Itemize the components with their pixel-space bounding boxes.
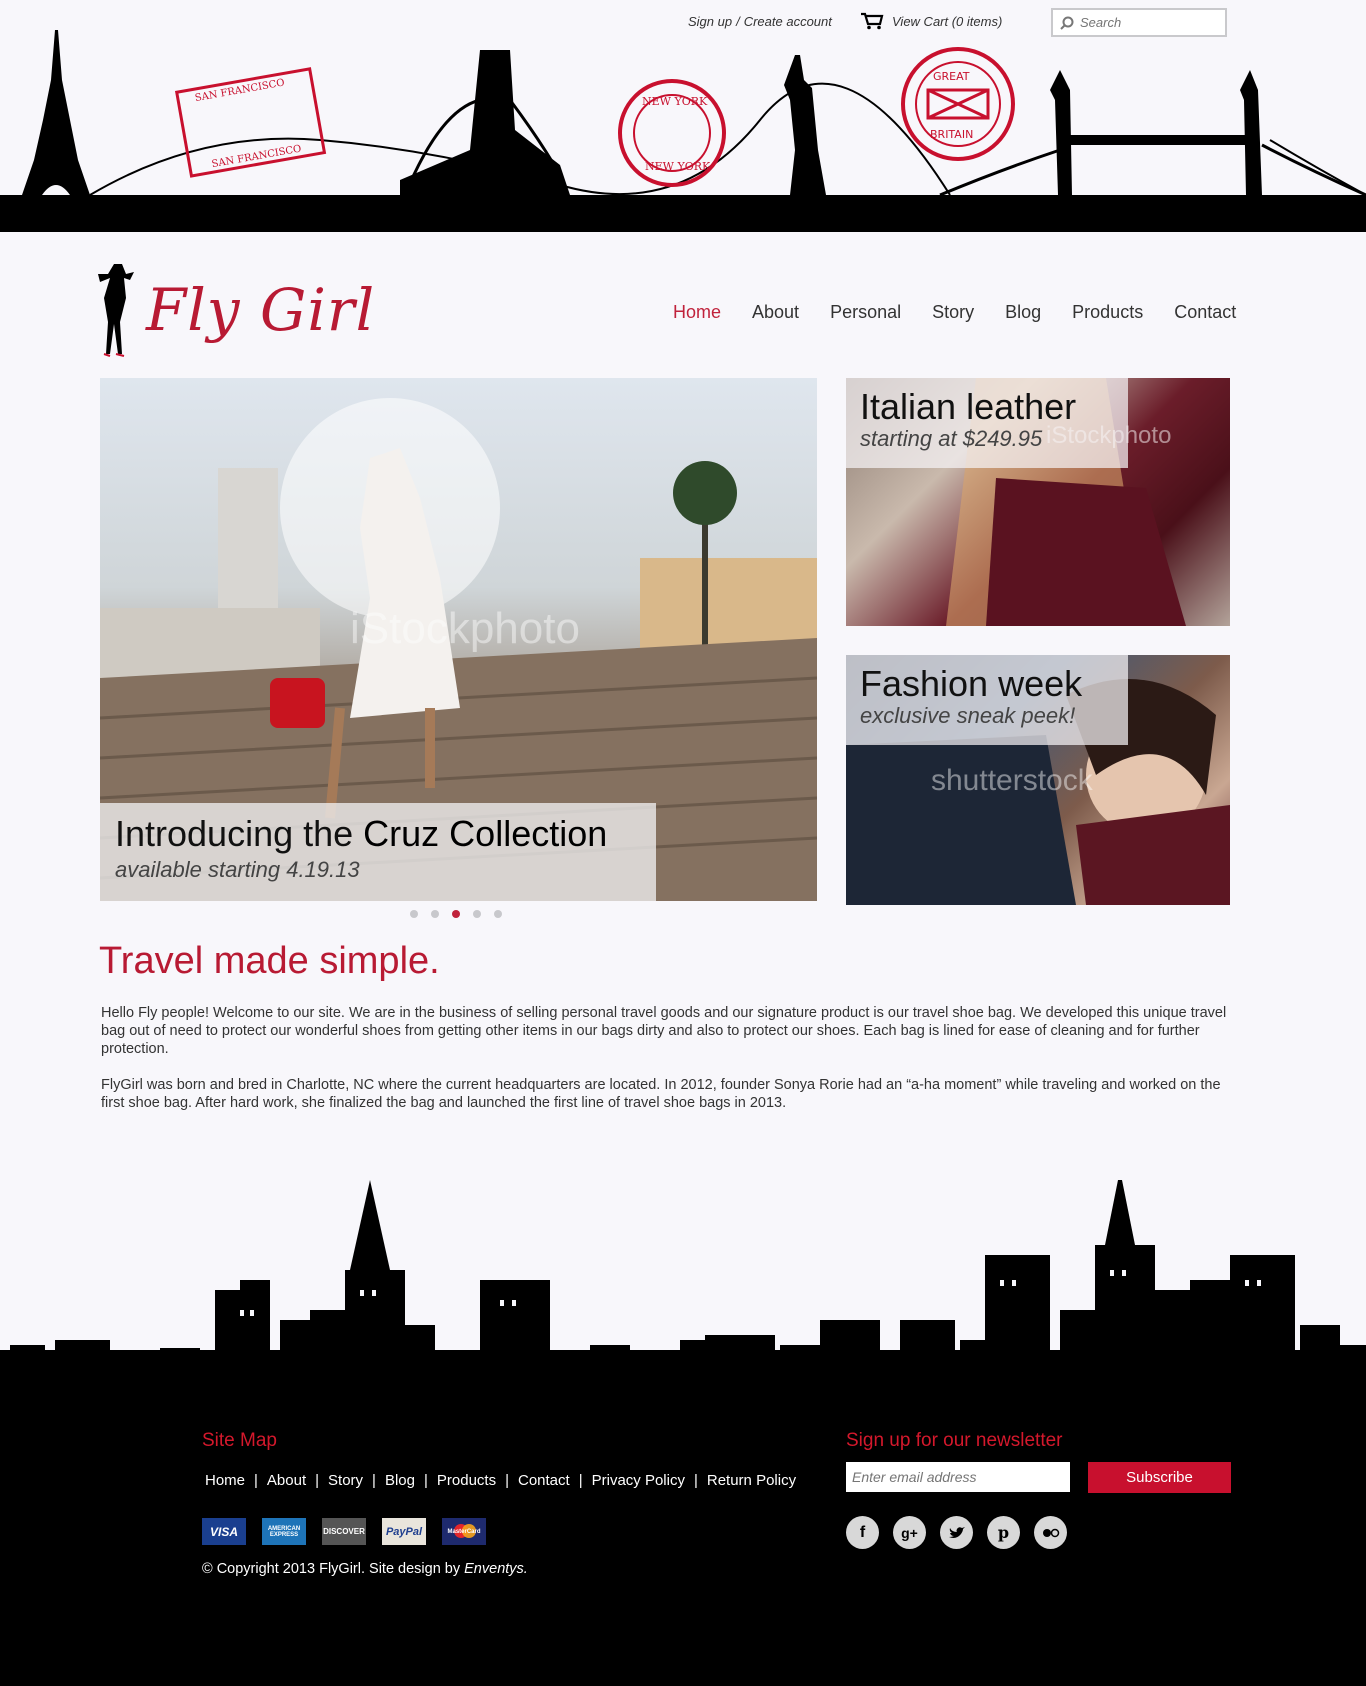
footer-link-story[interactable]: Story	[328, 1472, 363, 1489]
footer-link-return-policy[interactable]: Return Policy	[707, 1472, 796, 1489]
cart-label: View Cart (0 items)	[892, 13, 1003, 29]
separator: |	[254, 1472, 258, 1489]
promo-italian-leather[interactable]: iStockphoto Italian leather starting at …	[846, 378, 1230, 626]
slider-dots	[410, 910, 502, 918]
separator: |	[578, 1472, 583, 1489]
hero-title-emphasis: Cruz Collection	[363, 813, 608, 854]
designer-link[interactable]: Enventys.	[464, 1561, 528, 1577]
google-plus-icon[interactable]: g+	[893, 1516, 926, 1549]
mastercard-card-icon: MasterCard	[442, 1518, 486, 1545]
promo-fashion-week[interactable]: shutterstock Fashion week exclusive snea…	[846, 655, 1230, 905]
pinterest-icon[interactable]: p	[987, 1516, 1020, 1549]
slider-dot-4[interactable]	[473, 910, 481, 918]
promo-caption: Italian leather starting at $249.95	[846, 378, 1128, 468]
divider: /	[736, 14, 740, 29]
discover-card-icon: DISCOVER	[322, 1518, 366, 1545]
section-title: Travel made simple.	[99, 940, 440, 982]
svg-text:GREAT: GREAT	[933, 70, 970, 83]
promo-title: Fashion week	[860, 663, 1083, 704]
visa-card-icon: VISA	[202, 1518, 246, 1545]
nav-products[interactable]: Products	[1072, 302, 1143, 323]
amex-card-icon: AMERICAN EXPRESS	[262, 1518, 306, 1545]
separator: |	[423, 1472, 428, 1489]
slider-dot-3[interactable]	[452, 910, 460, 918]
fly-girl-logo[interactable]: Fly Girl	[96, 262, 375, 358]
search-input[interactable]	[1080, 15, 1220, 30]
city-skyline-illustration	[0, 1180, 1366, 1410]
svg-text:NEW YORK: NEW YORK	[642, 95, 708, 108]
separator: |	[372, 1472, 376, 1489]
flickr-icon[interactable]	[1034, 1516, 1067, 1549]
copyright: © Copyright 2013 FlyGirl. Site design by…	[202, 1561, 528, 1577]
sign-up-link[interactable]: Sign up	[688, 14, 732, 29]
nav-story[interactable]: Story	[932, 302, 974, 323]
nav-contact[interactable]: Contact	[1174, 302, 1236, 323]
view-cart-link[interactable]: View Cart (0 items)	[860, 12, 1002, 30]
hero-caption: Introducing the Cruz Collection availabl…	[100, 803, 656, 901]
hero-title: Introducing the Cruz Collection	[115, 813, 608, 854]
create-account-link[interactable]: Create account	[744, 14, 832, 29]
footer-link-blog[interactable]: Blog	[385, 1472, 415, 1489]
history-paragraph: FlyGirl was born and bred in Charlotte, …	[101, 1077, 1221, 1111]
svg-text:shutterstock: shutterstock	[931, 764, 1094, 797]
hero-subtitle: available starting 4.19.13	[115, 857, 360, 882]
account-links: Sign up / Create account	[688, 14, 832, 29]
promo-caption: Fashion week exclusive sneak peek!	[846, 655, 1128, 745]
fly-girl-silhouette-icon	[98, 264, 134, 357]
nav-home[interactable]: Home	[673, 302, 721, 323]
nav-about[interactable]: About	[752, 302, 799, 323]
main-nav: Home About Personal Story Blog Products …	[673, 302, 1236, 323]
footer-link-home[interactable]: Home	[205, 1472, 245, 1489]
slider-dot-5[interactable]	[494, 910, 502, 918]
newsletter-heading: Sign up for our newsletter	[846, 1430, 1063, 1451]
footer-link-products[interactable]: Products	[437, 1472, 496, 1489]
footer-links: Home | About | Story | Blog | Products | Cont…	[205, 1472, 796, 1489]
svg-text:iStockphoto: iStockphoto	[350, 604, 580, 653]
hero-slider[interactable]: iStockphoto Introducing the Cruz Collect…	[100, 378, 817, 901]
shopping-cart-icon	[861, 12, 884, 30]
footer-link-privacy-policy[interactable]: Privacy Policy	[592, 1472, 685, 1489]
payment-methods: VISA AMERICAN EXPRESS DISCOVER PayPal Ma…	[202, 1518, 486, 1545]
separator: |	[505, 1472, 509, 1489]
social-links: f g+ p	[846, 1516, 1067, 1549]
search-box	[1051, 8, 1227, 37]
separator: |	[693, 1472, 698, 1489]
promo-subtitle: exclusive sneak peek!	[860, 703, 1076, 728]
twitter-icon[interactable]	[940, 1516, 973, 1549]
new-york-stamp-icon: NEW YORK NEW YORK	[618, 79, 726, 187]
nav-personal[interactable]: Personal	[830, 302, 901, 323]
subscribe-button[interactable]: Subscribe	[1088, 1462, 1231, 1493]
svg-text:NEW YORK: NEW YORK	[645, 160, 711, 173]
slider-dot-2[interactable]	[431, 910, 439, 918]
search-icon[interactable]	[1060, 16, 1074, 30]
footer-link-contact[interactable]: Contact	[518, 1472, 570, 1489]
footer-link-about[interactable]: About	[267, 1472, 306, 1489]
separator: |	[315, 1472, 320, 1489]
svg-text:SAN FRANCISCO: SAN FRANCISCO	[211, 144, 302, 171]
sitemap-heading: Site Map	[202, 1430, 277, 1451]
logo-text: Fly Girl	[146, 276, 376, 344]
san-francisco-stamp-icon: SAN FRANCISCO SAN FRANCISCO	[174, 67, 327, 178]
newsletter-email-input[interactable]	[846, 1462, 1070, 1492]
intro-paragraph: Hello Fly people! Welcome to our site. W…	[101, 1005, 1227, 1057]
paypal-card-icon: PayPal	[382, 1518, 426, 1545]
svg-text:BRITAIN: BRITAIN	[930, 128, 973, 141]
facebook-icon[interactable]: f	[846, 1516, 879, 1549]
promo-subtitle: starting at $249.95	[860, 426, 1043, 451]
promo-title: Italian leather	[860, 386, 1077, 427]
slider-dot-1[interactable]	[410, 910, 418, 918]
great-britain-stamp-icon: GREAT BRITAIN	[901, 47, 1015, 161]
nav-blog[interactable]: Blog	[1005, 302, 1041, 323]
